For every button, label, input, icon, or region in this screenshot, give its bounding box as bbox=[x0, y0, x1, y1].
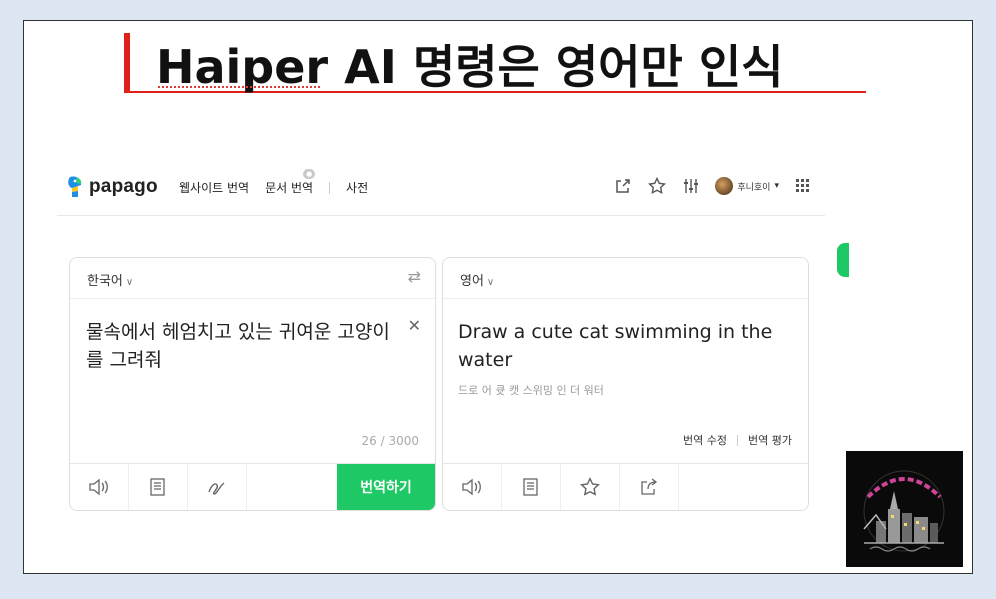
source-language-select[interactable]: 한국어 ∨ bbox=[87, 270, 133, 289]
close-icon[interactable]: ✕ bbox=[408, 316, 421, 335]
user-menu[interactable]: 후니호이 ▾ bbox=[715, 177, 779, 195]
edit-translation-link[interactable]: 번역 수정 bbox=[683, 432, 727, 448]
title-accent bbox=[124, 33, 130, 91]
side-tab[interactable] bbox=[837, 243, 849, 277]
edit-links: 번역 수정 번역 평가 bbox=[683, 432, 792, 448]
target-panel: 영어 ∨ Draw a cute cat swimming in the wate… bbox=[442, 257, 809, 511]
beta-badge: ● bbox=[303, 169, 316, 179]
nav-document-label: 문서 번역 bbox=[265, 181, 314, 195]
target-header: 영어 ∨ bbox=[443, 258, 808, 299]
speaker-icon[interactable] bbox=[443, 464, 502, 510]
translate-button[interactable]: 번역하기 bbox=[337, 464, 435, 510]
speaker-icon[interactable] bbox=[70, 464, 129, 510]
title-bar: Haiper AI 명령은 영어만 인식 bbox=[124, 33, 866, 94]
nav-divider bbox=[329, 181, 331, 194]
brand-name: papago bbox=[89, 176, 158, 197]
handwriting-icon[interactable] bbox=[188, 464, 247, 510]
top-navigation: papago 웹사이트 번역 문서 번역 ● 사전 후니호이 ▾ bbox=[57, 161, 825, 216]
source-language: 한국어 bbox=[87, 274, 123, 289]
spellcheck-underline bbox=[158, 83, 320, 88]
translation-output: Draw a cute cat swimming in the water bbox=[458, 321, 773, 371]
star-icon[interactable] bbox=[647, 176, 667, 196]
link-divider bbox=[737, 434, 739, 446]
char-counter: 26 / 3000 bbox=[361, 434, 419, 448]
pronunciation-text: 드로 어 큣 캣 스위밍 인 더 워터 bbox=[458, 384, 604, 397]
parrot-icon bbox=[68, 176, 82, 197]
nav-links: 웹사이트 번역 문서 번역 ● 사전 bbox=[179, 169, 384, 196]
slide: Haiper AI 명령은 영어만 인식 papago 웹사이트 번역 문서 번… bbox=[23, 20, 973, 574]
source-header: 한국어 ∨ ⇄ bbox=[70, 258, 435, 299]
avatar bbox=[715, 177, 734, 195]
external-link-icon[interactable] bbox=[613, 176, 633, 196]
swap-languages-icon[interactable]: ⇄ bbox=[408, 267, 421, 286]
papago-screenshot: papago 웹사이트 번역 문서 번역 ● 사전 후니호이 ▾ 한국어 ∨ ⇄… bbox=[57, 161, 849, 521]
chevron-down-icon: ∨ bbox=[125, 277, 134, 288]
city-skyline-logo bbox=[863, 470, 945, 552]
user-name: 후니호이 bbox=[737, 182, 771, 193]
papago-logo[interactable]: papago bbox=[66, 175, 158, 199]
chevron-down-icon: ▾ bbox=[774, 181, 779, 191]
source-textarea[interactable]: 물속에서 헤엄치고 있는 귀여운 고양이를 그려줘 bbox=[86, 318, 401, 374]
rate-translation-link[interactable]: 번역 평가 bbox=[748, 432, 792, 448]
channel-logo bbox=[846, 451, 963, 567]
nav-document-translate[interactable]: 문서 번역 ● bbox=[265, 169, 316, 196]
nav-dictionary[interactable]: 사전 bbox=[346, 179, 368, 196]
chevron-down-icon: ∨ bbox=[486, 277, 495, 288]
nav-icons: 후니호이 ▾ bbox=[613, 176, 813, 196]
target-toolbar bbox=[443, 463, 808, 510]
nav-website-translate[interactable]: 웹사이트 번역 bbox=[179, 179, 249, 196]
target-language: 영어 bbox=[460, 274, 484, 289]
apps-grid-icon[interactable] bbox=[793, 176, 813, 196]
star-icon[interactable] bbox=[561, 464, 620, 510]
source-panel: 한국어 ∨ ⇄ 물속에서 헤엄치고 있는 귀여운 고양이를 그려줘 ✕ 26 / … bbox=[69, 257, 436, 511]
target-language-select[interactable]: 영어 ∨ bbox=[460, 270, 494, 289]
share-icon[interactable] bbox=[620, 464, 679, 510]
settings-sliders-icon[interactable] bbox=[681, 176, 701, 196]
document-icon[interactable] bbox=[129, 464, 188, 510]
document-icon[interactable] bbox=[502, 464, 561, 510]
source-toolbar: 번역하기 bbox=[70, 463, 435, 510]
